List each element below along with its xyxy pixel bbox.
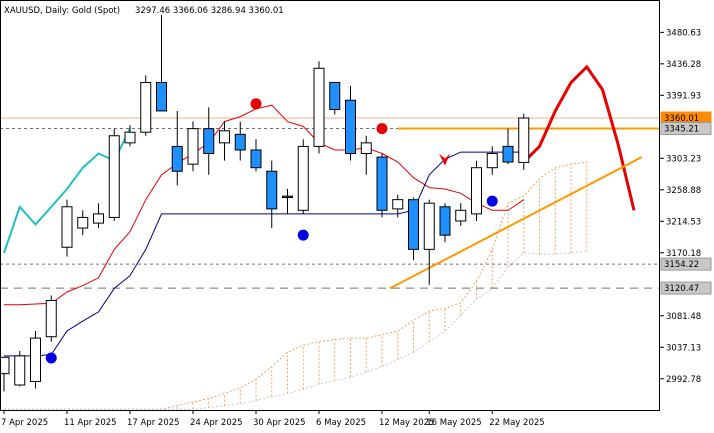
candle-body — [77, 216, 89, 229]
candle — [518, 113, 530, 170]
candle-body — [313, 67, 325, 147]
candle-body — [250, 149, 262, 169]
candle-body — [108, 135, 120, 218]
red-signal-marker — [376, 123, 388, 135]
x-tick-label: 17 Apr 2025 — [127, 418, 180, 428]
y-tick-label: 3037.13 — [666, 343, 701, 353]
candle-body — [439, 206, 451, 236]
candle — [30, 331, 41, 389]
price-label: 3345.21 — [664, 125, 699, 135]
candle-body — [376, 156, 388, 211]
candle-body — [124, 131, 136, 144]
y-tick-label: 3480.63 — [666, 28, 701, 38]
candle — [14, 350, 26, 387]
candle — [471, 160, 482, 221]
candle-body — [187, 128, 199, 165]
x-tick-label: 7 Apr 2025 — [1, 418, 48, 428]
red-signal-marker — [250, 98, 262, 110]
candle-body — [360, 142, 372, 155]
price-label: 3120.47 — [664, 284, 699, 294]
candle-body — [408, 199, 419, 250]
y-tick-label: 2992.78 — [666, 375, 701, 385]
candle-body — [471, 167, 482, 215]
price-label: 3154.22 — [664, 260, 699, 270]
candle-body — [234, 133, 246, 151]
blue-signal-marker — [297, 229, 309, 241]
blue-signal-marker — [45, 352, 57, 364]
candle — [297, 139, 309, 214]
candle — [108, 128, 120, 221]
candle-body — [156, 82, 167, 112]
chart-background — [0, 0, 714, 433]
candle-body — [203, 128, 215, 155]
candle — [376, 153, 388, 218]
candle — [45, 295, 57, 342]
y-tick-label: 3258.88 — [666, 186, 701, 196]
y-tick-label: 3436.28 — [666, 60, 701, 70]
candle-body — [0, 356, 10, 375]
candle-body — [455, 209, 467, 222]
candle-body — [93, 213, 104, 224]
candle — [329, 82, 341, 115]
candle-body — [30, 337, 41, 382]
candle-body — [329, 82, 341, 110]
candle-body — [486, 153, 498, 169]
candle-body — [297, 145, 309, 211]
x-tick-label: 11 Apr 2025 — [64, 418, 117, 428]
candle-body — [14, 355, 26, 386]
candle-body — [392, 199, 404, 210]
candle-body — [282, 195, 293, 199]
candle-body — [219, 130, 230, 144]
price-chart[interactable]: 3480.63 3436.28 3391.93 3303.23 3258.88 3214.… — [0, 0, 714, 433]
candle-body — [502, 145, 514, 163]
candle-body — [61, 206, 73, 248]
candle-body — [266, 170, 278, 210]
candle-body — [423, 202, 435, 250]
x-tick-label: 24 Apr 2025 — [190, 418, 243, 428]
y-tick-label: 3081.48 — [666, 312, 701, 322]
candle-body — [171, 145, 183, 172]
ohlc-readout: 3297.46 3366.06 3286.94 3360.01 — [135, 6, 284, 16]
candle-body — [45, 299, 57, 338]
candle-body — [140, 82, 152, 133]
candle — [313, 61, 325, 154]
candle-body — [345, 99, 356, 155]
candle — [140, 75, 152, 136]
y-tick-label: 3303.23 — [666, 154, 701, 164]
y-tick-label: 3170.18 — [666, 249, 701, 259]
chart-title: XAUUSD, Daily: Gold (Spot) — [4, 6, 120, 16]
candle-body — [518, 117, 530, 163]
x-tick-label: 16 May 2025 — [426, 418, 481, 428]
y-tick-label: 3391.93 — [666, 91, 701, 101]
y-tick-label: 3214.53 — [666, 217, 701, 227]
blue-signal-marker — [486, 195, 498, 207]
x-tick-label: 6 May 2025 — [316, 418, 366, 428]
x-tick-label: 22 May 2025 — [489, 418, 544, 428]
candle — [187, 121, 199, 172]
x-tick-label: 30 Apr 2025 — [253, 418, 306, 428]
